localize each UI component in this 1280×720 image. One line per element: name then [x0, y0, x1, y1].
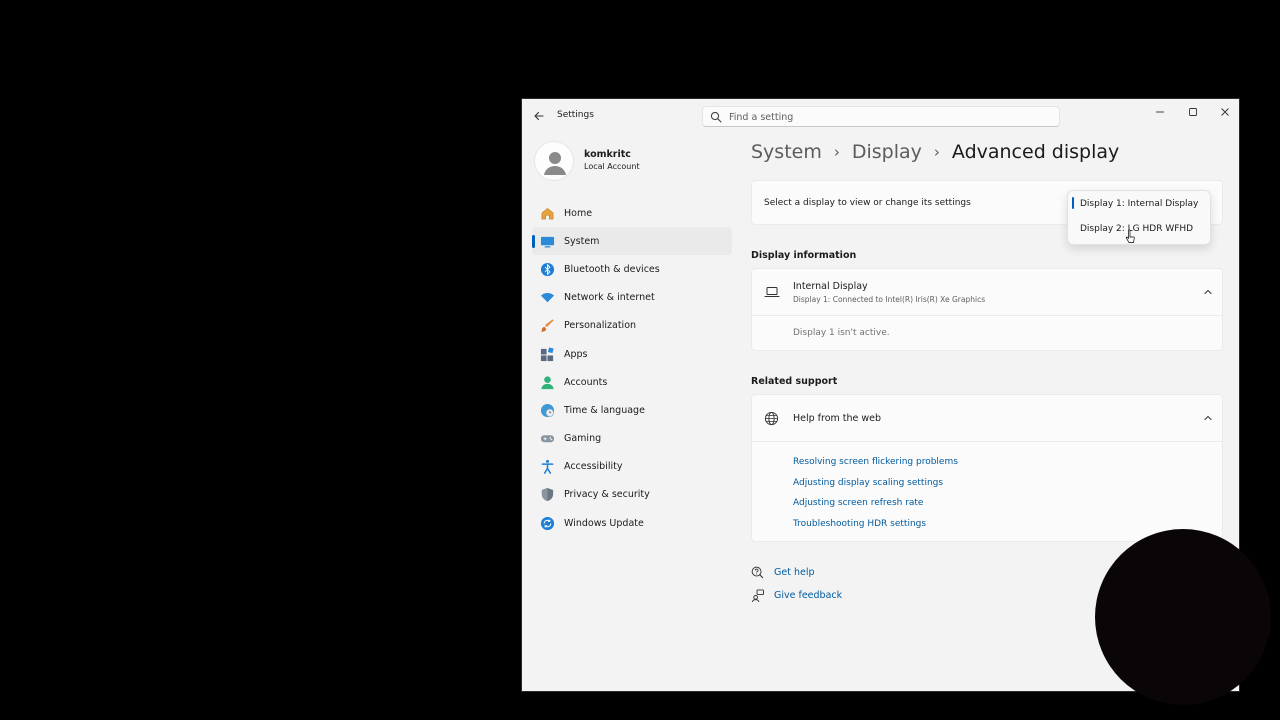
- accounts-icon: [539, 374, 555, 390]
- give-feedback-label: Give feedback: [774, 590, 843, 601]
- help-link-display-scaling[interactable]: Adjusting display scaling settings: [793, 478, 958, 499]
- avatar: [534, 141, 574, 181]
- back-button[interactable]: [530, 107, 548, 125]
- display-information-heading: Display information: [751, 250, 857, 261]
- app-title: Settings: [557, 110, 594, 120]
- sidebar-item-time-language[interactable]: Time & language: [532, 396, 732, 424]
- bluetooth-icon: [539, 261, 555, 277]
- user-silhouette-icon: [544, 152, 566, 175]
- sidebar-item-bluetooth[interactable]: Bluetooth & devices: [532, 255, 732, 283]
- sidebar-nav: Home System Bluetooth & devices Network …: [532, 199, 732, 537]
- sidebar-item-label: Home: [564, 207, 593, 219]
- breadcrumb-display[interactable]: Display: [852, 141, 922, 163]
- update-icon: [539, 515, 555, 531]
- help-links-list: Resolving screen flickering problems Adj…: [793, 457, 958, 539]
- maximize-button[interactable]: [1180, 103, 1206, 121]
- account-type: Local Account: [584, 162, 640, 171]
- maximize-icon: [1189, 108, 1197, 116]
- search-box[interactable]: [702, 106, 1060, 127]
- user-name: komkritc: [584, 149, 631, 160]
- accessibility-icon: [539, 459, 555, 475]
- brush-icon: [539, 318, 555, 334]
- sidebar-item-personalization[interactable]: Personalization: [532, 312, 732, 340]
- page-title: Advanced display: [951, 141, 1120, 163]
- apps-icon: [539, 346, 555, 362]
- back-arrow-icon: [534, 111, 544, 121]
- close-button[interactable]: [1212, 103, 1238, 121]
- get-help-link[interactable]: Get help: [751, 566, 815, 579]
- display-info-title: Internal Display: [793, 281, 868, 292]
- help-from-web-card: Help from the web Resolving screen flick…: [751, 394, 1223, 542]
- sidebar-item-system[interactable]: System: [532, 227, 732, 256]
- breadcrumb: System › Display › Advanced display: [751, 139, 1119, 165]
- sidebar-item-label: Privacy & security: [564, 489, 650, 501]
- help-link-hdr-settings[interactable]: Troubleshooting HDR settings: [793, 519, 958, 540]
- shield-icon: [539, 487, 555, 503]
- chevron-up-icon[interactable]: [1202, 286, 1214, 298]
- display-info-header[interactable]: Internal Display Display 1: Connected to…: [752, 269, 1222, 316]
- sidebar-item-label: Accessibility: [564, 461, 623, 473]
- select-display-label: Select a display to view or change its s…: [764, 198, 971, 208]
- camera-overlay-circle: [1095, 529, 1271, 705]
- help-link-refresh-rate[interactable]: Adjusting screen refresh rate: [793, 498, 958, 519]
- help-from-web-header[interactable]: Help from the web: [752, 395, 1222, 442]
- sidebar-item-label: Network & internet: [564, 292, 655, 304]
- give-feedback-link[interactable]: Give feedback: [751, 589, 842, 602]
- minimize-icon: [1156, 111, 1164, 113]
- globe-clock-icon: [539, 402, 555, 418]
- help-link-screen-flickering[interactable]: Resolving screen flickering problems: [793, 457, 958, 478]
- minimize-button[interactable]: [1147, 103, 1173, 121]
- sidebar-item-label: Time & language: [564, 404, 645, 416]
- display-info-subtitle: Display 1: Connected to Intel(R) Iris(R)…: [793, 295, 986, 304]
- breadcrumb-system[interactable]: System: [751, 141, 822, 163]
- display-status-text: Display 1 isn't active.: [793, 328, 890, 338]
- sidebar-item-privacy-security[interactable]: Privacy & security: [532, 481, 732, 509]
- gamepad-icon: [539, 431, 555, 447]
- sidebar-item-label: Accounts: [564, 376, 608, 388]
- wifi-icon: [539, 290, 555, 306]
- user-profile[interactable]: komkritc Local Account: [534, 139, 734, 183]
- chevron-up-icon[interactable]: [1202, 412, 1214, 424]
- get-help-icon: [751, 566, 764, 579]
- search-icon: [710, 111, 722, 123]
- search-input[interactable]: [729, 109, 1049, 125]
- sidebar-item-windows-update[interactable]: Windows Update: [532, 509, 732, 537]
- home-icon: [539, 205, 555, 221]
- sidebar-item-network[interactable]: Network & internet: [532, 284, 732, 312]
- sidebar-item-apps[interactable]: Apps: [532, 340, 732, 368]
- sidebar-item-label: Bluetooth & devices: [564, 263, 660, 275]
- help-from-web-title: Help from the web: [793, 413, 882, 424]
- sidebar-item-label: Windows Update: [564, 517, 644, 529]
- sidebar-item-gaming[interactable]: Gaming: [532, 425, 732, 453]
- sidebar-item-label: System: [564, 235, 600, 247]
- get-help-label: Get help: [774, 567, 815, 578]
- sidebar-item-home[interactable]: Home: [532, 199, 732, 227]
- laptop-icon: [764, 287, 780, 298]
- sidebar-item-accounts[interactable]: Accounts: [532, 368, 732, 396]
- related-support-heading: Related support: [751, 376, 838, 387]
- display-dropdown[interactable]: Display 1: Internal Display Display 2: L…: [1067, 190, 1211, 245]
- give-feedback-icon: [751, 589, 764, 602]
- sidebar-item-label: Personalization: [564, 320, 637, 332]
- globe-icon: [764, 411, 779, 426]
- sidebar-item-label: Gaming: [564, 433, 602, 445]
- title-bar: Settings: [522, 99, 1239, 133]
- close-icon: [1221, 108, 1229, 116]
- sidebar-item-label: Apps: [564, 348, 588, 360]
- sidebar-item-accessibility[interactable]: Accessibility: [532, 453, 732, 481]
- dropdown-option-display-2[interactable]: Display 2: LG HDR WFHD: [1068, 216, 1210, 241]
- breadcrumb-separator: ›: [833, 143, 840, 161]
- mouse-cursor-icon: [1125, 229, 1135, 243]
- display-info-card: Internal Display Display 1: Connected to…: [751, 268, 1223, 351]
- dropdown-option-display-1[interactable]: Display 1: Internal Display: [1068, 191, 1210, 216]
- breadcrumb-separator: ›: [933, 143, 940, 161]
- system-icon: [539, 233, 555, 249]
